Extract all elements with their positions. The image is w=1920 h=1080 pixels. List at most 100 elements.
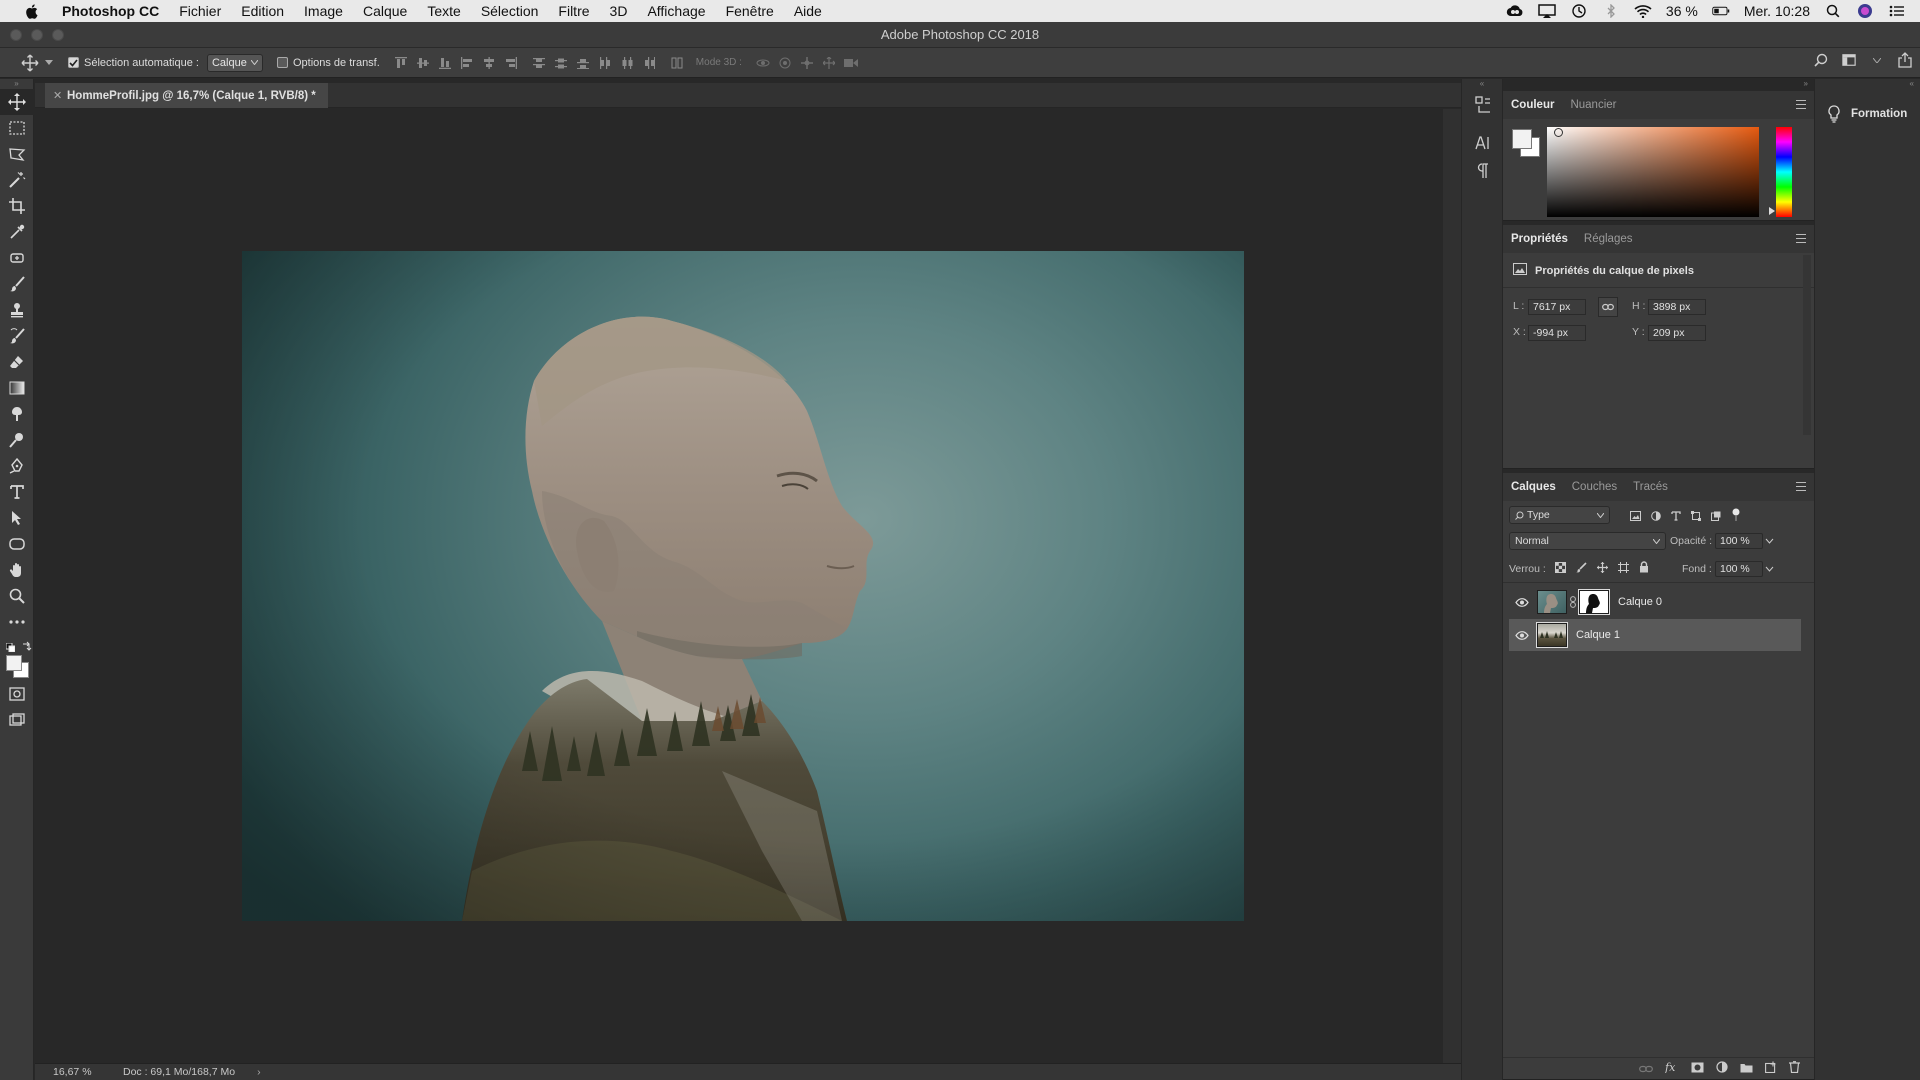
lock-position-icon[interactable] [1597, 561, 1608, 576]
filter-toggle-icon[interactable] [1731, 508, 1741, 525]
workspace-switcher-icon[interactable] [1842, 53, 1856, 67]
layer-style-fx-icon[interactable]: fx [1664, 1061, 1679, 1076]
history-panel-button[interactable] [1462, 91, 1504, 119]
foreground-color-swatch[interactable] [1512, 129, 1532, 149]
tab-traces[interactable]: Tracés [1625, 473, 1676, 501]
status-menu-arrow-icon[interactable]: › [257, 1066, 261, 1078]
vertical-scrollbar[interactable] [1443, 109, 1461, 1063]
lock-all-icon[interactable] [1639, 561, 1649, 576]
visibility-eye-icon[interactable] [1509, 630, 1535, 640]
roll-3d-icon[interactable] [778, 56, 792, 70]
healing-brush-tool[interactable] [0, 245, 34, 271]
airplay-icon[interactable] [1538, 4, 1556, 18]
document-image[interactable] [242, 251, 1244, 921]
blur-tool[interactable] [0, 401, 34, 427]
filter-pixel-layers-icon[interactable] [1630, 510, 1641, 524]
distribute-top-icon[interactable] [532, 56, 546, 70]
eyedropper-tool[interactable] [0, 219, 34, 245]
apple-icon[interactable] [20, 3, 42, 19]
menu-fenetre[interactable]: Fenêtre [716, 0, 784, 22]
hue-slider[interactable] [1776, 127, 1792, 217]
battery-icon[interactable] [1712, 4, 1730, 18]
link-dimensions-button[interactable] [1598, 297, 1618, 317]
filter-smart-objects-icon[interactable] [1711, 510, 1721, 524]
menu-aide[interactable]: Aide [784, 0, 832, 22]
auto-select-checkbox[interactable]: Sélection automatique : [68, 57, 199, 69]
menu-edition[interactable]: Edition [231, 0, 294, 22]
siri-icon[interactable] [1856, 4, 1874, 18]
align-bottom-edges-icon[interactable] [438, 56, 452, 70]
magic-wand-tool[interactable] [0, 167, 34, 193]
width-field[interactable]: 7617 px [1528, 299, 1586, 315]
tab-reglages[interactable]: Réglages [1576, 225, 1641, 253]
x-field[interactable]: -994 px [1528, 325, 1586, 341]
panel-menu-icon[interactable] [1796, 100, 1806, 109]
screen-mode-button[interactable] [0, 707, 34, 733]
fill-field[interactable]: 100 % [1715, 561, 1763, 577]
default-colors-icon[interactable] [5, 641, 16, 655]
saturation-brightness-field[interactable] [1547, 127, 1759, 217]
foreground-color-swatch[interactable] [6, 655, 22, 671]
menu-selection[interactable]: Sélection [471, 0, 549, 22]
auto-align-layers-icon[interactable] [670, 56, 684, 70]
menu-image[interactable]: Image [294, 0, 353, 22]
visibility-eye-icon[interactable] [1509, 597, 1535, 607]
move-tool-preset-icon[interactable] [20, 53, 40, 73]
tab-calques[interactable]: Calques [1503, 473, 1564, 501]
clone-stamp-tool[interactable] [0, 297, 34, 323]
swap-colors-icon[interactable] [22, 640, 32, 654]
lock-image-pixels-icon[interactable] [1576, 561, 1587, 576]
chevron-down-icon[interactable] [1870, 53, 1884, 67]
learn-panel-button[interactable]: Formation [1827, 105, 1920, 123]
scale-3d-icon[interactable] [843, 56, 858, 70]
collapse-toolbar-icon[interactable]: » [0, 79, 33, 89]
edit-toolbar-button[interactable] [0, 609, 34, 635]
shape-tool[interactable] [0, 531, 34, 557]
chevron-down-icon[interactable] [44, 58, 54, 68]
dodge-tool[interactable] [0, 427, 34, 453]
crop-tool[interactable] [0, 193, 34, 219]
layer-filter-dropdown[interactable]: Type [1509, 506, 1610, 524]
distribute-bottom-icon[interactable] [576, 56, 590, 70]
menu-calque[interactable]: Calque [353, 0, 417, 22]
delete-layer-trash-icon[interactable] [1789, 1061, 1800, 1076]
search-icon[interactable] [1814, 53, 1828, 67]
color-picker-marker-icon[interactable] [1554, 128, 1563, 137]
opacity-field[interactable]: 100 % [1715, 533, 1763, 549]
menu-app-name[interactable]: Photoshop CC [52, 0, 169, 22]
panel-menu-icon[interactable] [1796, 234, 1806, 243]
menu-fichier[interactable]: Fichier [169, 0, 231, 22]
share-icon[interactable] [1898, 52, 1912, 68]
time-machine-icon[interactable] [1570, 4, 1588, 18]
creative-cloud-icon[interactable] [1506, 4, 1524, 18]
close-document-icon[interactable]: ✕ [53, 89, 62, 102]
filter-shape-layers-icon[interactable] [1691, 510, 1701, 524]
tab-couleur[interactable]: Couleur [1503, 91, 1562, 119]
paragraph-panel-button[interactable] [1462, 157, 1504, 185]
canvas-area[interactable] [35, 109, 1443, 1063]
menu-filtre[interactable]: Filtre [548, 0, 599, 22]
tab-proprietes[interactable]: Propriétés [1503, 225, 1576, 253]
link-layers-icon[interactable] [1639, 1062, 1653, 1076]
notification-center-icon[interactable] [1888, 4, 1906, 18]
menu-texte[interactable]: Texte [417, 0, 470, 22]
align-left-edges-icon[interactable] [460, 56, 474, 70]
layer-mask-thumbnail[interactable] [1578, 589, 1610, 615]
blend-mode-dropdown[interactable]: Normal [1509, 532, 1666, 550]
tab-couches[interactable]: Couches [1564, 473, 1625, 501]
bluetooth-icon[interactable] [1602, 4, 1620, 18]
checkbox-unchecked-icon[interactable] [276, 57, 288, 68]
history-brush-tool[interactable] [0, 323, 34, 349]
align-right-edges-icon[interactable] [504, 56, 518, 70]
path-selection-tool[interactable] [0, 505, 34, 531]
expand-panels-icon[interactable]: « [1462, 79, 1502, 91]
layer-row-calque-0[interactable]: Calque 0 [1509, 586, 1801, 618]
layer-thumbnail[interactable] [1537, 590, 1567, 614]
zoom-level[interactable]: 16,67 % [53, 1066, 123, 1078]
transform-controls-checkbox[interactable]: Options de transf. [276, 57, 380, 69]
add-layer-mask-icon[interactable] [1691, 1062, 1704, 1076]
pan-3d-icon[interactable] [800, 56, 814, 70]
auto-select-target-dropdown[interactable]: Calque [206, 53, 263, 72]
filter-type-layers-icon[interactable] [1671, 510, 1681, 524]
opacity-slider-toggle-icon[interactable] [1765, 535, 1774, 550]
